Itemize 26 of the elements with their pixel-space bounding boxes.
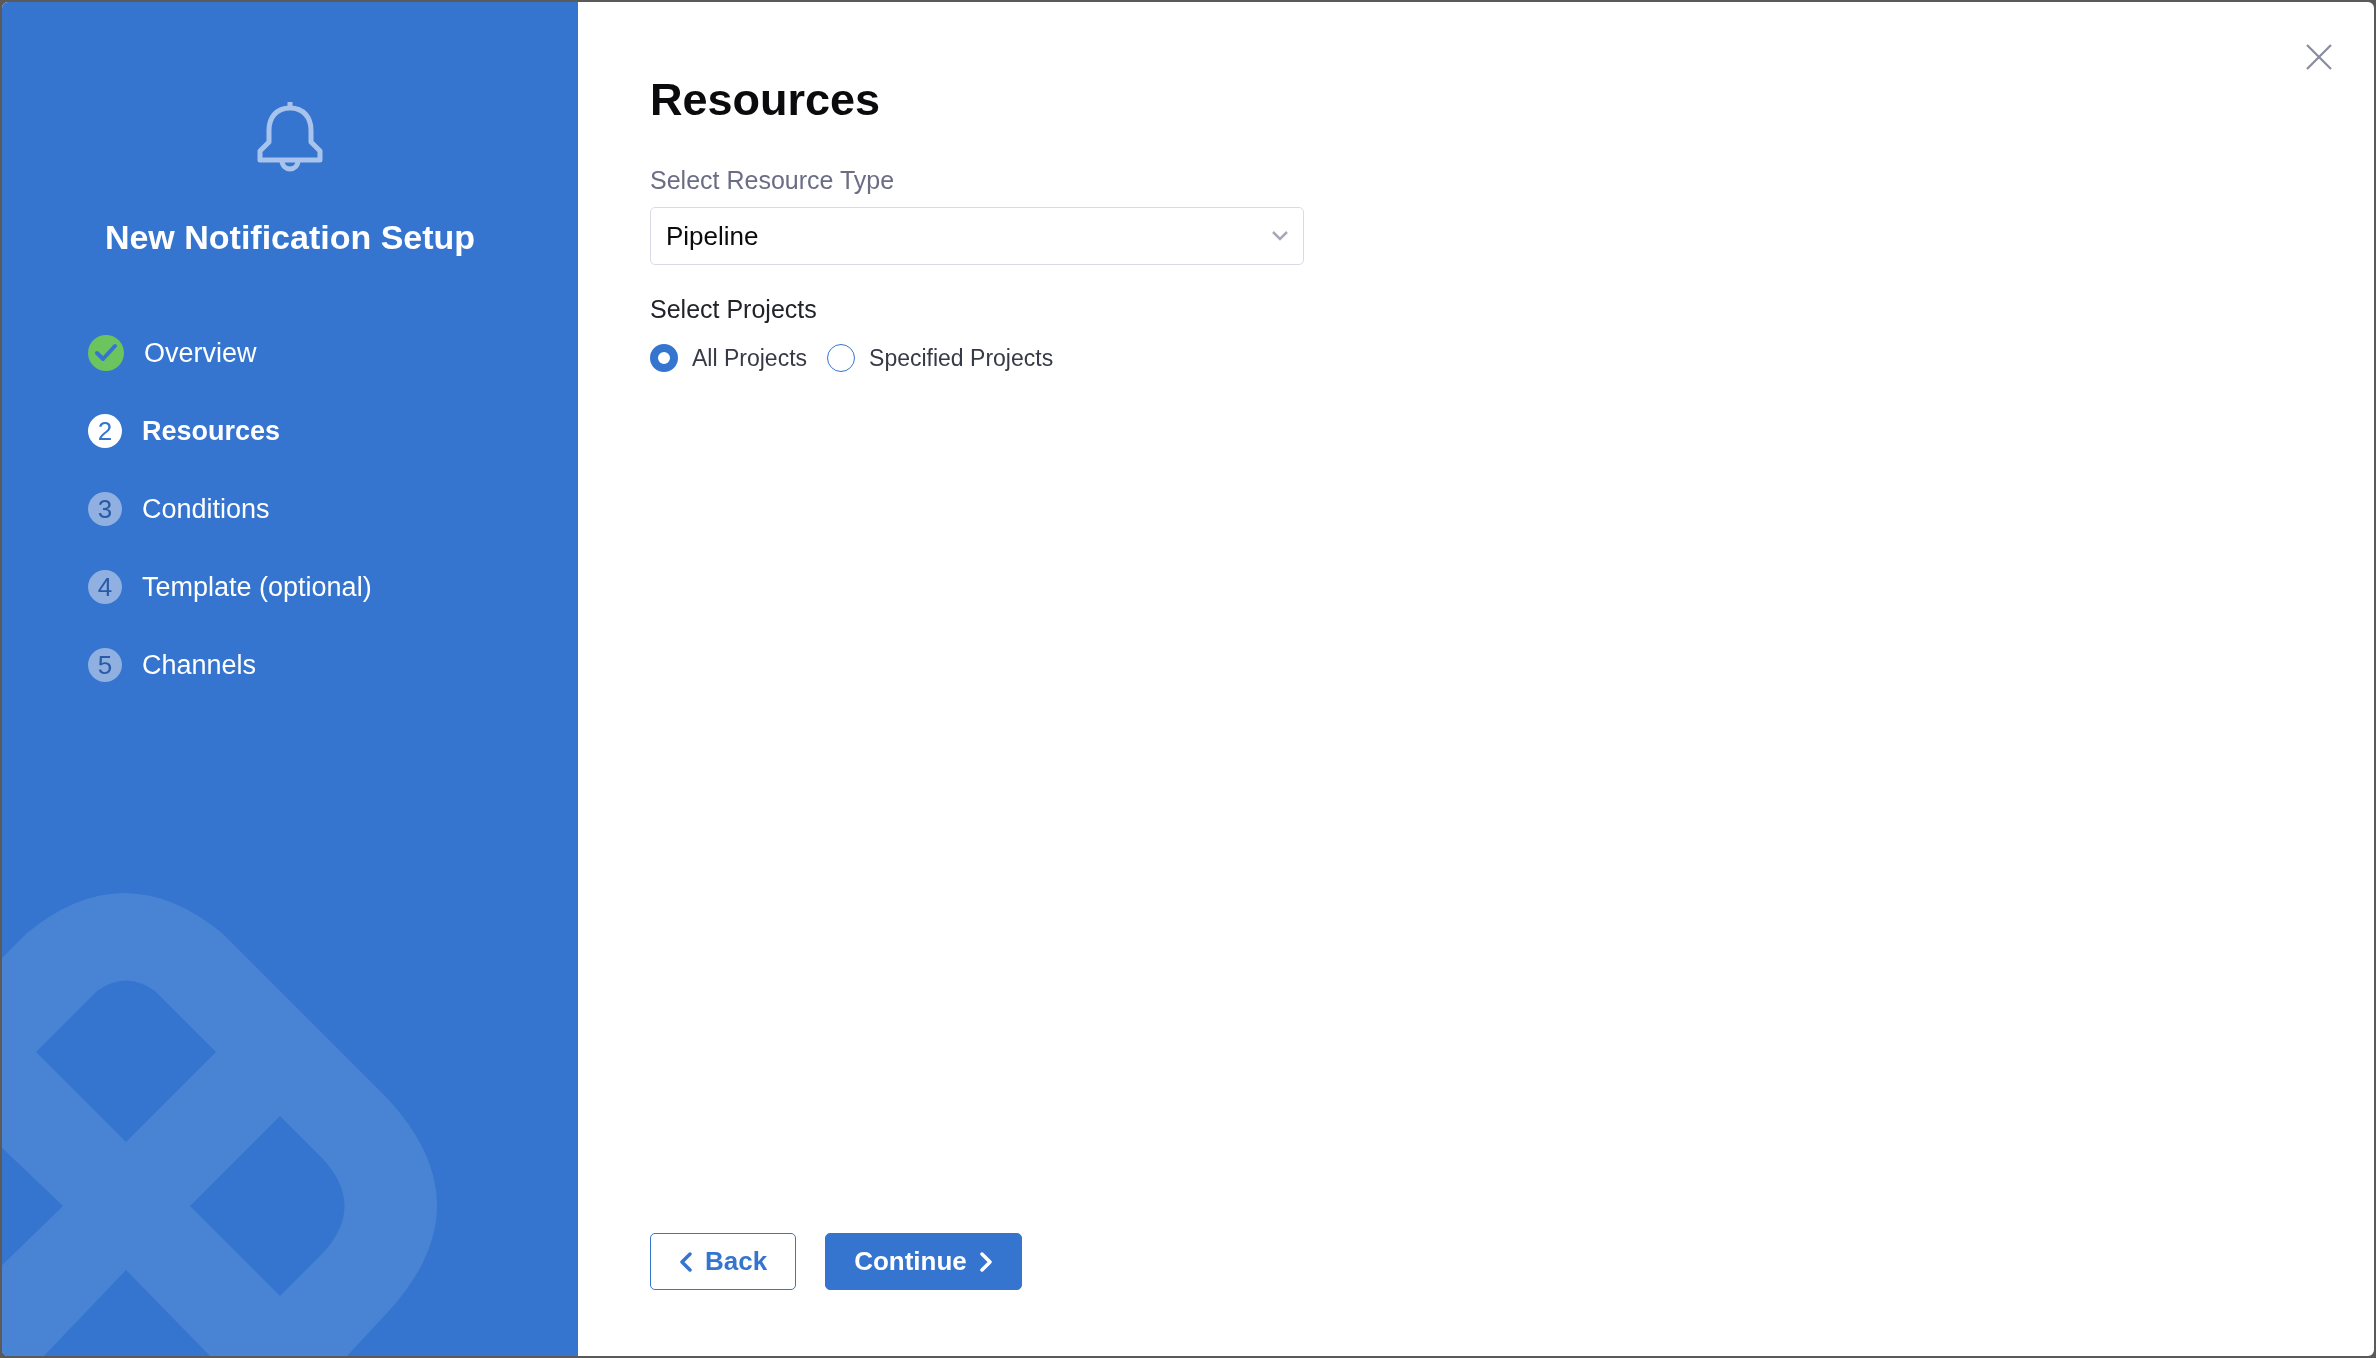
check-circle-icon [88, 335, 124, 371]
radio-label: All Projects [692, 344, 808, 372]
step-label[interactable]: Overview [144, 337, 257, 369]
close-button[interactable] [2304, 42, 2334, 72]
chevron-down-icon [1271, 230, 1289, 242]
wizard-title: New Notification Setup [104, 218, 476, 257]
step-number: 3 [88, 492, 122, 526]
radio-label: Specified Projects [869, 344, 1054, 372]
radio-button[interactable] [827, 344, 856, 372]
page-heading: Resources [650, 74, 882, 126]
continue-button[interactable]: Continue [825, 1233, 1022, 1290]
close-icon [2304, 42, 2334, 72]
back-button[interactable]: Back [650, 1233, 797, 1290]
step-number: 2 [88, 414, 122, 448]
step-label[interactable]: Resources [142, 415, 281, 447]
step-label[interactable]: Template (optional) [142, 571, 372, 603]
resource-type-dropdown[interactable]: Pipeline [650, 207, 1304, 265]
chevron-left-icon [679, 1251, 693, 1272]
field-label: Select Resource Type [650, 166, 896, 195]
step-label[interactable]: Conditions [142, 493, 270, 525]
step-number: 4 [88, 570, 122, 604]
field-label: Select Projects [650, 295, 818, 324]
radio-button[interactable] [650, 344, 678, 372]
step-label[interactable]: Channels [142, 649, 257, 681]
step-number: 5 [88, 648, 122, 682]
chevron-right-icon [978, 1251, 993, 1272]
